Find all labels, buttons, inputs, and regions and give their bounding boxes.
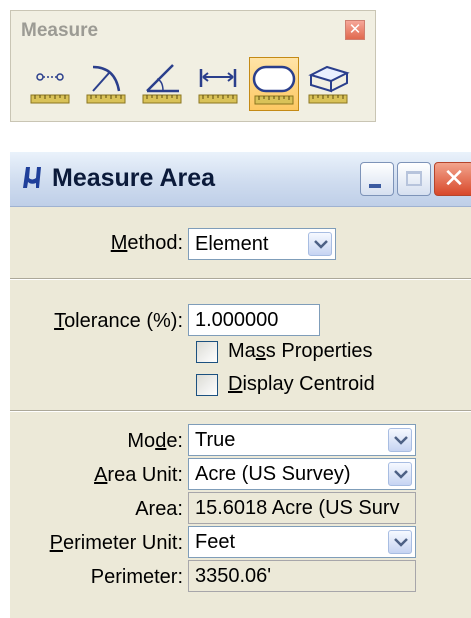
measure-area-dialog: Measure Area ✕ Method: Element Tolerance… [10,152,471,618]
mode-select[interactable]: True [188,424,416,456]
measure-area-icon [252,65,296,105]
maximize-button[interactable] [397,162,431,196]
perimeter-unit-value: Feet [195,531,236,553]
measure-radius-tool[interactable] [83,57,129,111]
measure-length-tool[interactable] [195,57,241,111]
mode-value: True [195,429,236,451]
measure-radius-icon [86,65,126,104]
perimeter-unit-select[interactable]: Feet [188,526,416,558]
section-divider [10,278,471,280]
measure-volume-tool[interactable] [305,57,351,111]
method-label: Method: [110,232,183,254]
toolbox-title: Measure [21,20,99,41]
area-unit-value: Acre (US Survey) [195,463,351,485]
measure-distance-tool[interactable] [27,57,73,111]
perimeter-value: 3350.06' [195,565,272,587]
chevron-down-icon [314,240,328,249]
close-button[interactable]: ✕ [434,162,471,196]
area-unit-select[interactable]: Acre (US Survey) [188,458,416,490]
perimeter-output[interactable]: 3350.06' [188,560,416,592]
method-dropdown-arrow[interactable] [308,232,332,256]
measure-angle-tool[interactable] [139,57,185,111]
display-centroid-label: Display Centroid [228,373,375,395]
perimeter-unit-dropdown-arrow[interactable] [388,530,412,554]
dialog-titlebar[interactable]: Measure Area ✕ [10,152,471,207]
measure-volume-icon [308,65,350,104]
tolerance-input[interactable]: 1.000000 [188,304,320,336]
display-centroid-checkbox[interactable] [196,374,218,396]
measure-distance-icon [30,73,70,104]
mass-properties-checkbox[interactable] [196,341,218,363]
measure-toolbox: Measure ✕ [10,10,376,122]
measure-tool-row [27,57,367,111]
measure-length-icon [198,69,238,104]
chevron-down-icon [394,538,408,547]
mode-label: Mode: [127,430,183,452]
chevron-down-icon [394,470,408,479]
section-divider [10,410,471,412]
area-output[interactable]: 15.6018 Acre (US Surv [188,492,416,524]
dialog-title: Measure Area [52,164,216,192]
minimize-button[interactable] [360,162,394,196]
tolerance-value: 1.000000 [195,309,279,331]
chevron-down-icon [394,436,408,445]
method-value: Element [195,233,269,255]
mass-properties-label: Mass Properties [228,340,373,362]
area-unit-dropdown-arrow[interactable] [388,462,412,486]
measure-angle-icon [142,64,182,104]
mode-dropdown-arrow[interactable] [388,428,412,452]
area-unit-label: Area Unit: [94,464,183,486]
perimeter-label: Perimeter: [90,566,183,588]
close-icon: ✕ [443,163,465,193]
toolbox-close-button[interactable]: ✕ [345,20,365,40]
minimize-icon [369,184,381,188]
tolerance-label: Tolerance (%): [54,310,183,332]
maximize-icon [406,171,422,186]
method-select[interactable]: Element [188,228,336,260]
perimeter-unit-label: Perimeter Unit: [49,532,183,554]
measure-area-tool[interactable] [249,57,299,111]
microstation-app-icon [23,167,41,188]
area-label: Area: [135,498,183,520]
area-value: 15.6018 Acre (US Surv [195,497,400,519]
